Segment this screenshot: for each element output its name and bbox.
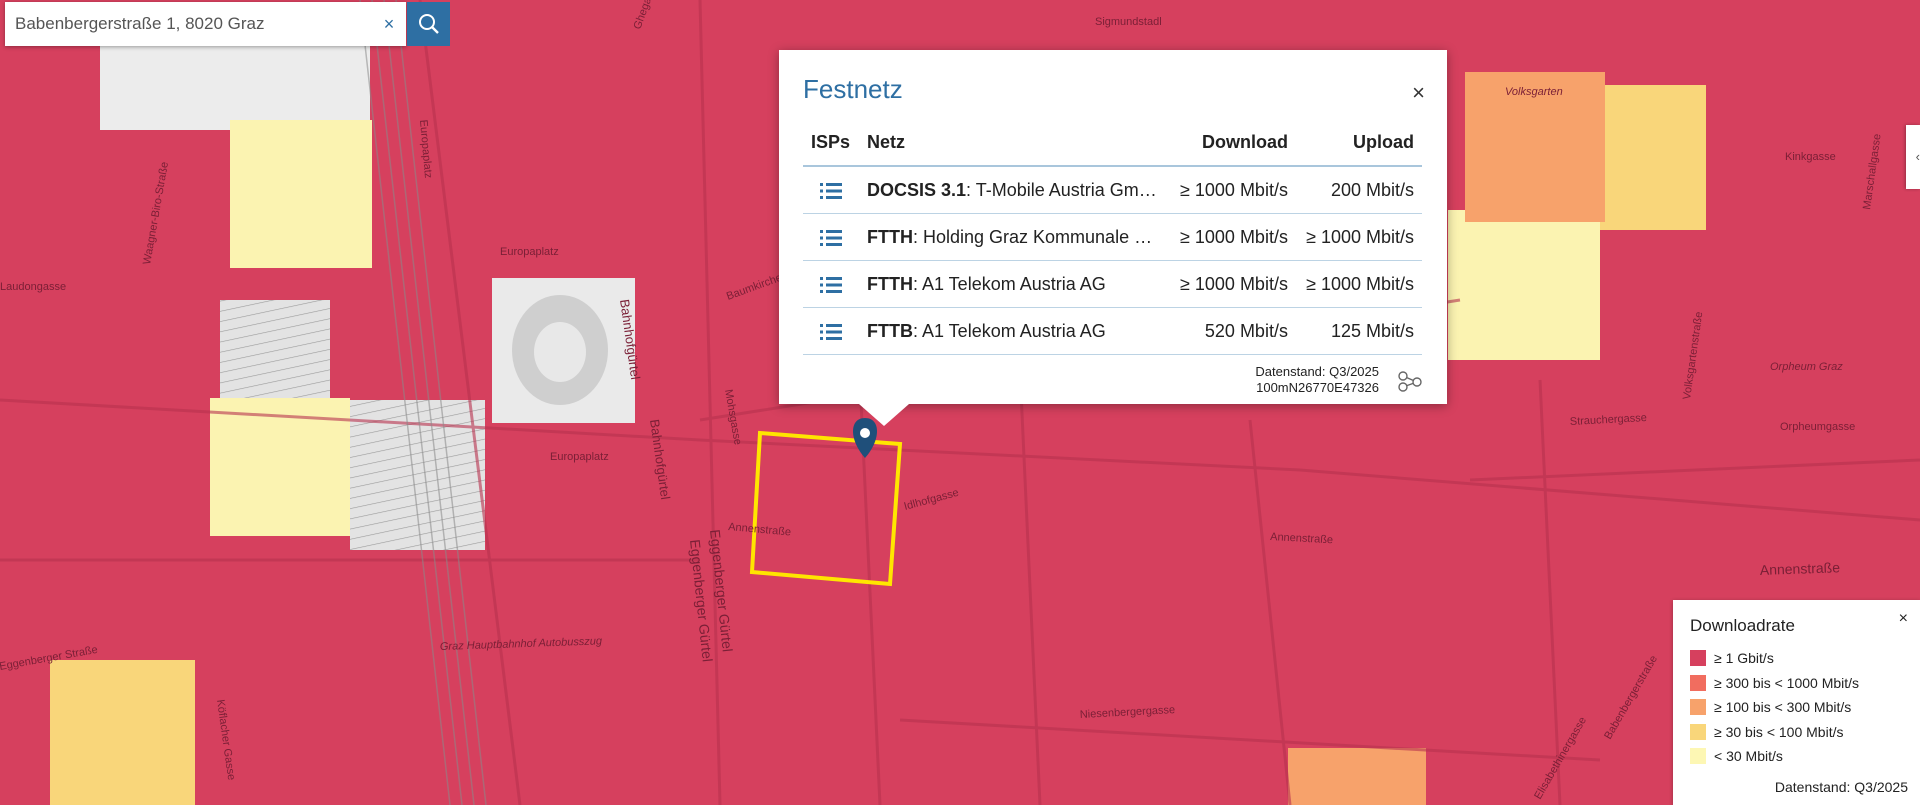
legend-swatch (1690, 723, 1706, 740)
tile-low (1448, 210, 1600, 360)
chevron-left-icon: ‹ (1915, 149, 1920, 164)
network-cell: FTTH: Holding Graz Kommunale … (859, 213, 1170, 261)
table-row: FTTH: Holding Graz Kommunale … ≥ 1000 Mb… (803, 213, 1422, 261)
legend-label: ≥ 300 bis < 1000 Mbit/s (1714, 674, 1860, 691)
download-cell: ≥ 1000 Mbit/s (1169, 260, 1296, 308)
legend-label: < 30 Mbit/s (1714, 748, 1783, 765)
legend-label: ≥ 1 Gbit/s (1714, 650, 1774, 667)
isp-table: ISPs Netz Download Upload DOCSIS 3.1: T-… (803, 120, 1422, 355)
isp-list-icon[interactable] (820, 182, 842, 200)
technology-label: FTTB (867, 320, 913, 341)
column-header-isps: ISPs (803, 120, 859, 167)
search-button[interactable] (407, 2, 450, 46)
download-cell: ≥ 1000 Mbit/s (1169, 166, 1296, 214)
isp-list-icon[interactable] (820, 323, 842, 341)
popup-footer: Datenstand: Q3/2025 100mN26770E47326 (1255, 364, 1379, 396)
legend-title: Downloadrate (1690, 616, 1795, 635)
legend-item: ≥ 1 Gbit/s (1690, 646, 1859, 671)
upload-cell: 125 Mbit/s (1295, 307, 1422, 355)
address-search-box: × (5, 2, 406, 46)
legend-label: ≥ 100 bis < 300 Mbit/s (1714, 699, 1852, 716)
isp-list-icon[interactable] (820, 229, 842, 247)
network-cell: DOCSIS 3.1: T-Mobile Austria Gm… (859, 166, 1170, 214)
search-input[interactable] (5, 2, 376, 46)
search-icon (418, 14, 439, 34)
legend-data-status: Datenstand: Q3/2025 (1774, 779, 1908, 795)
tile-30 (1600, 85, 1706, 230)
tile-low (230, 120, 372, 268)
column-header-netz: Netz (859, 120, 1170, 167)
tile-30 (50, 660, 195, 805)
legend-list: ≥ 1 Gbit/s ≥ 300 bis < 1000 Mbit/s ≥ 100… (1690, 646, 1859, 769)
legend-label: ≥ 30 bis < 100 Mbit/s (1714, 723, 1844, 740)
download-cell: 520 Mbit/s (1169, 307, 1296, 355)
upload-cell: ≥ 1000 Mbit/s (1295, 260, 1422, 308)
tile-100 (1288, 748, 1426, 805)
provider-name: : T-Mobile Austria Gm… (966, 179, 1157, 200)
technology-label: FTTH (867, 226, 913, 247)
legend-item: ≥ 100 bis < 300 Mbit/s (1690, 695, 1859, 720)
network-cell: FTTB: A1 Telekom Austria AG (859, 307, 1170, 355)
popup-title: Festnetz (803, 74, 903, 104)
technology-label: FTTH (867, 273, 913, 294)
sidebar-toggle[interactable]: ‹ (1906, 125, 1920, 189)
upload-cell: ≥ 1000 Mbit/s (1295, 213, 1422, 261)
legend-item: ≥ 30 bis < 100 Mbit/s (1690, 720, 1859, 745)
legend-swatch (1690, 650, 1706, 667)
legend-item: < 30 Mbit/s (1690, 744, 1859, 769)
raster-cell-id: 100mN26770E47326 (1256, 380, 1379, 395)
technology-label: DOCSIS 3.1 (867, 179, 967, 200)
share-icon[interactable] (1397, 370, 1423, 392)
upload-cell: 200 Mbit/s (1295, 166, 1422, 214)
table-header-row: ISPs Netz Download Upload (803, 120, 1422, 167)
table-row: FTTH: A1 Telekom Austria AG ≥ 1000 Mbit/… (803, 260, 1422, 308)
legend-swatch (1690, 674, 1706, 691)
table-row: FTTB: A1 Telekom Austria AG 520 Mbit/s 1… (803, 307, 1422, 355)
data-status: Datenstand: Q3/2025 (1255, 364, 1379, 379)
provider-name: : A1 Telekom Austria AG (912, 320, 1106, 341)
provider-name: : Holding Graz Kommunale … (912, 226, 1153, 247)
provider-name: : A1 Telekom Austria AG (912, 273, 1106, 294)
legend-swatch (1690, 699, 1706, 716)
legend-panel: Downloadrate × ≥ 1 Gbit/s ≥ 300 bis < 10… (1673, 600, 1920, 805)
close-legend-icon[interactable]: × (1899, 610, 1908, 628)
coverage-popup: Festnetz × ISPs Netz Download Upload DOC… (779, 50, 1447, 426)
tile-100 (1465, 72, 1605, 222)
column-header-upload: Upload (1295, 120, 1422, 167)
close-popup-icon[interactable]: × (1412, 80, 1425, 106)
isp-list-icon[interactable] (820, 276, 842, 294)
legend-item: ≥ 300 bis < 1000 Mbit/s (1690, 671, 1859, 696)
table-row: DOCSIS 3.1: T-Mobile Austria Gm… ≥ 1000 … (803, 166, 1422, 214)
legend-swatch (1690, 748, 1706, 765)
clear-search-icon[interactable]: × (376, 14, 402, 35)
download-cell: ≥ 1000 Mbit/s (1169, 213, 1296, 261)
network-cell: FTTH: A1 Telekom Austria AG (859, 260, 1170, 308)
column-header-download: Download (1169, 120, 1296, 167)
